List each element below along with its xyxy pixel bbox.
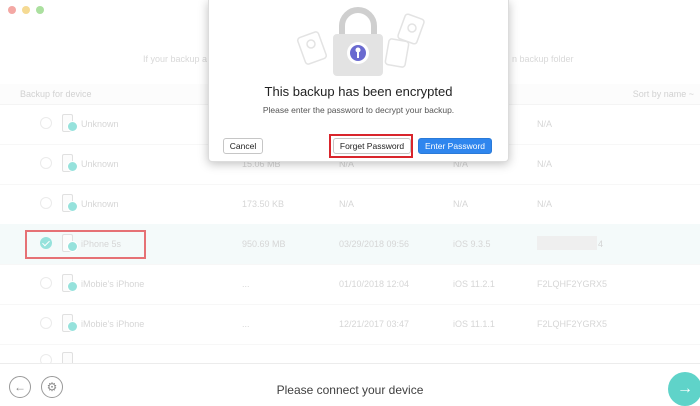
bottom-bar: ← ⚙ Please connect your device → [0, 363, 700, 406]
dialog-message: Please enter the password to decrypt you… [262, 105, 455, 115]
status-text: Please connect your device [276, 383, 424, 397]
lock-illustration [296, 7, 425, 76]
dialog-title: This backup has been encrypted [264, 84, 453, 99]
highlight-box-forget-password [329, 134, 413, 158]
arrow-right-icon: → [677, 380, 693, 397]
cancel-button[interactable]: Cancel [223, 138, 263, 154]
padlock-icon [333, 7, 383, 76]
key-card-icon [296, 31, 328, 65]
key-card-icon [384, 13, 425, 68]
enter-password-button[interactable]: Enter Password [418, 138, 492, 154]
encrypted-backup-dialog: This backup has been encrypted Please en… [208, 0, 509, 162]
next-button[interactable]: → [668, 372, 700, 406]
